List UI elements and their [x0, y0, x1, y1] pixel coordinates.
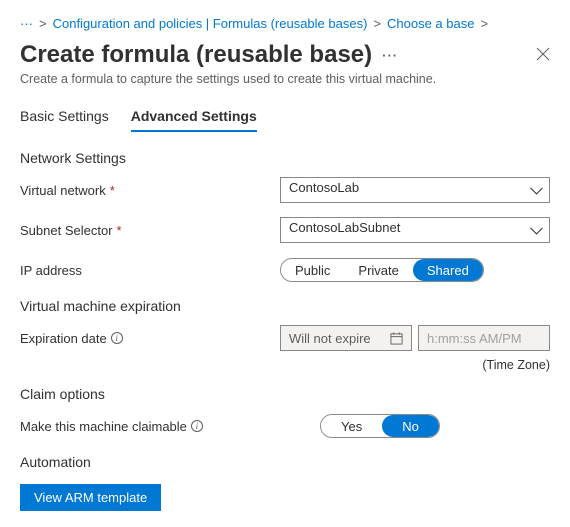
- close-icon: [536, 47, 550, 61]
- expiration-label: Expiration date i: [20, 331, 280, 346]
- more-actions-icon[interactable]: ···: [382, 48, 398, 63]
- subnet-select[interactable]: ContosoLabSubnet: [280, 217, 550, 243]
- expiration-date-input[interactable]: Will not expire: [280, 325, 412, 351]
- tabs: Basic Settings Advanced Settings: [20, 108, 550, 132]
- claimable-yes[interactable]: Yes: [321, 415, 382, 437]
- ip-option-public[interactable]: Public: [281, 259, 344, 281]
- claimable-label: Make this machine claimable i: [20, 419, 280, 434]
- required-icon: *: [110, 183, 115, 198]
- timezone-label: (Time Zone): [20, 358, 550, 372]
- breadcrumb-sep: >: [480, 16, 488, 31]
- ip-label: IP address: [20, 263, 280, 278]
- vnet-select[interactable]: ContosoLab: [280, 177, 550, 203]
- breadcrumb-ellipsis[interactable]: ···: [20, 16, 33, 31]
- section-network: Network Settings: [20, 150, 550, 166]
- tab-advanced-settings[interactable]: Advanced Settings: [131, 108, 257, 132]
- vnet-label: Virtual network*: [20, 183, 280, 198]
- expiration-date-value: Will not expire: [289, 331, 371, 346]
- view-arm-template-button[interactable]: View ARM template: [20, 484, 161, 511]
- breadcrumb-link-formulas[interactable]: Configuration and policies | Formulas (r…: [53, 16, 368, 31]
- breadcrumb-link-choose-base[interactable]: Choose a base: [387, 16, 474, 31]
- section-expiration: Virtual machine expiration: [20, 298, 550, 314]
- info-icon[interactable]: i: [111, 332, 123, 344]
- ip-option-private[interactable]: Private: [344, 259, 412, 281]
- section-automation: Automation: [20, 454, 550, 470]
- close-button[interactable]: [536, 47, 550, 64]
- page-subtitle: Create a formula to capture the settings…: [20, 72, 550, 86]
- subnet-label: Subnet Selector*: [20, 223, 280, 238]
- breadcrumb-sep: >: [373, 16, 381, 31]
- expiration-time-input[interactable]: h:mm:ss AM/PM: [418, 325, 550, 351]
- claimable-toggle: Yes No: [320, 414, 440, 438]
- calendar-icon: [390, 332, 403, 345]
- page-title: Create formula (reusable base): [20, 41, 372, 69]
- breadcrumb-sep: >: [39, 16, 47, 31]
- required-icon: *: [117, 223, 122, 238]
- breadcrumb: ··· > Configuration and policies | Formu…: [20, 16, 550, 31]
- info-icon[interactable]: i: [191, 420, 203, 432]
- claimable-no[interactable]: No: [382, 415, 439, 437]
- ip-address-segmented: Public Private Shared: [280, 258, 484, 282]
- ip-option-shared[interactable]: Shared: [413, 259, 483, 281]
- expiration-time-value: h:mm:ss AM/PM: [427, 331, 522, 346]
- section-claim: Claim options: [20, 386, 550, 402]
- tab-basic-settings[interactable]: Basic Settings: [20, 108, 109, 132]
